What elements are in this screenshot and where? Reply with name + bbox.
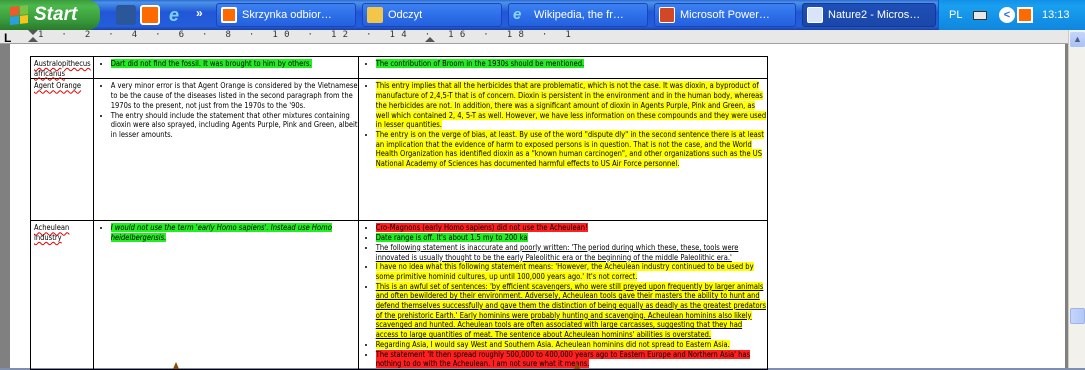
taskbar-button-folder[interactable]: Odczyt bbox=[362, 3, 502, 27]
taskbar-button-wikipedia[interactable]: e Wikipedia, the fr… bbox=[508, 3, 648, 27]
comment-cell[interactable]: Cro-Magnons (early Homo sapiens) did not… bbox=[357, 220, 768, 370]
word-icon bbox=[807, 7, 823, 23]
tab-selector-icon[interactable]: L bbox=[4, 31, 11, 45]
table-row: Australopithecus africanus Dart did not … bbox=[30, 55, 768, 80]
comment-cell[interactable]: The contribution of Broom in the 1930s s… bbox=[357, 55, 768, 80]
list-item: A very minor error is that Agent Orange … bbox=[111, 81, 358, 110]
list-item: The entry should include the statement t… bbox=[111, 111, 358, 140]
vertical-scrollbar[interactable]: ▲ bbox=[1068, 30, 1085, 368]
comment-text: Dart did not find the fossil. It was bro… bbox=[110, 59, 312, 68]
list-item: I would not use the term 'early Homo sap… bbox=[110, 223, 358, 243]
outlook-icon bbox=[221, 7, 237, 23]
quicklaunch-app-icon[interactable] bbox=[140, 5, 160, 25]
taskbar-button-powerpoint[interactable]: Microsoft Power… bbox=[654, 3, 796, 27]
term-cell[interactable]: Australopithecus africanus bbox=[30, 55, 94, 80]
taskbar-button-word[interactable]: Nature2 - Micros… bbox=[802, 3, 936, 27]
comment-cell[interactable]: A very minor error is that Agent Orange … bbox=[92, 78, 359, 222]
term-cell[interactable]: Agent Orange bbox=[30, 78, 94, 222]
taskbar-button-label: Nature2 - Micros… bbox=[828, 9, 921, 21]
comment-cell[interactable]: I would not use the term 'early Homo sap… bbox=[92, 220, 359, 370]
quicklaunch-outlook-icon[interactable] bbox=[116, 5, 136, 25]
start-label: Start bbox=[34, 4, 78, 25]
comment-text: I would not use the term 'early Homo sap… bbox=[110, 223, 332, 243]
left-indent-icon[interactable] bbox=[28, 37, 38, 42]
comment-text: The following statement is inaccurate an… bbox=[375, 242, 739, 262]
comment-text: The entry should include the statement t… bbox=[110, 110, 358, 139]
comment-text: Regarding Asia, I would say West and Sou… bbox=[375, 339, 730, 349]
list-item: This entry implies that all the herbicid… bbox=[375, 81, 767, 130]
list-item: Dart did not find the fossil. It was bro… bbox=[110, 59, 358, 69]
taskbar-button-label: Skrzynka odbior… bbox=[242, 9, 332, 21]
comment-text: I have no idea what this following state… bbox=[375, 262, 754, 281]
powerpoint-icon bbox=[659, 7, 675, 23]
outlook-tray-icon[interactable] bbox=[1017, 7, 1033, 23]
scroll-thumb[interactable] bbox=[1070, 308, 1085, 324]
comment-cell[interactable]: Dart did not find the fossil. It was bro… bbox=[92, 55, 359, 80]
comment-text: This is an awful set of sentences: 'by e… bbox=[375, 281, 766, 340]
taskbar: Start e » Skrzynka odbior… Odczyt e Wiki… bbox=[0, 0, 1085, 30]
scroll-up-arrow-icon[interactable]: ▲ bbox=[1070, 32, 1085, 47]
list-item: The statement 'It then spread roughly 50… bbox=[375, 349, 767, 369]
quicklaunch-internet-explorer-icon[interactable]: e bbox=[164, 5, 184, 25]
ruler-numbers: 1 · 2 · 4 · 6 · 8 · 10 · 12 · 14 · 16 · … bbox=[38, 30, 578, 40]
table-row: Agent Orange A very minor error is that … bbox=[30, 78, 768, 222]
ruler[interactable]: L 1 · 2 · 4 · 6 · 8 · 10 · 12 · 14 · 16 … bbox=[0, 30, 1070, 45]
term-cell[interactable]: Acheulean industry bbox=[30, 220, 94, 370]
table-row: Acheulean industry I would not use the t… bbox=[30, 220, 768, 370]
comment-text: This entry implies that all the herbicid… bbox=[375, 81, 767, 130]
quicklaunch-more-icon[interactable]: » bbox=[196, 6, 203, 20]
taskbar-button-outlook[interactable]: Skrzynka odbior… bbox=[216, 3, 356, 27]
windows-logo-icon bbox=[10, 5, 28, 25]
comment-text: Date range is off. It's about 1.5 my to … bbox=[375, 233, 528, 243]
taskbar-button-label: Microsoft Power… bbox=[680, 9, 770, 21]
internet-explorer-icon: e bbox=[513, 6, 522, 23]
start-button[interactable]: Start bbox=[0, 0, 100, 30]
comment-text: Cro-Magnons (early Homo sapiens) did not… bbox=[375, 223, 588, 233]
list-item: The contribution of Broom in the 1930s s… bbox=[375, 59, 767, 69]
review-table: Australopithecus africanus Dart did not … bbox=[30, 55, 768, 370]
keyboard-icon[interactable] bbox=[973, 11, 987, 20]
list-item: Regarding Asia, I would say West and Sou… bbox=[375, 339, 767, 350]
comment-text: The entry is on the verge of bias, at le… bbox=[375, 129, 764, 169]
system-tray: PL < 13:13 bbox=[938, 0, 1085, 30]
folder-icon bbox=[367, 7, 383, 23]
taskbar-button-label: Wikipedia, the fr… bbox=[534, 9, 624, 21]
clock: 13:13 bbox=[1042, 9, 1070, 21]
language-indicator[interactable]: PL bbox=[949, 9, 962, 21]
comment-text: A very minor error is that Agent Orange … bbox=[110, 81, 358, 110]
document-page[interactable]: Australopithecus africanus Dart did not … bbox=[10, 44, 1065, 370]
list-item: Date range is off. It's about 1.5 my to … bbox=[375, 233, 767, 243]
taskbar-button-label: Odczyt bbox=[388, 9, 423, 21]
comment-text: The statement 'It then spread roughly 50… bbox=[375, 349, 751, 369]
comment-text: The contribution of Broom in the 1930s s… bbox=[375, 59, 585, 68]
list-item: This is an awful set of sentences: 'by e… bbox=[375, 281, 767, 340]
comment-cell[interactable]: This entry implies that all the herbicid… bbox=[357, 78, 768, 222]
back-arrow-icon[interactable]: < bbox=[999, 7, 1015, 23]
first-line-indent-icon[interactable] bbox=[28, 30, 38, 35]
right-indent-icon[interactable] bbox=[425, 37, 435, 42]
list-item: Cro-Magnons (early Homo sapiens) did not… bbox=[375, 223, 767, 233]
list-item: The following statement is inaccurate an… bbox=[376, 243, 767, 262]
document-area[interactable]: Australopithecus africanus Dart did not … bbox=[0, 44, 1068, 370]
list-item: I have no idea what this following state… bbox=[375, 262, 767, 281]
list-item: The entry is on the verge of bias, at le… bbox=[375, 129, 767, 169]
